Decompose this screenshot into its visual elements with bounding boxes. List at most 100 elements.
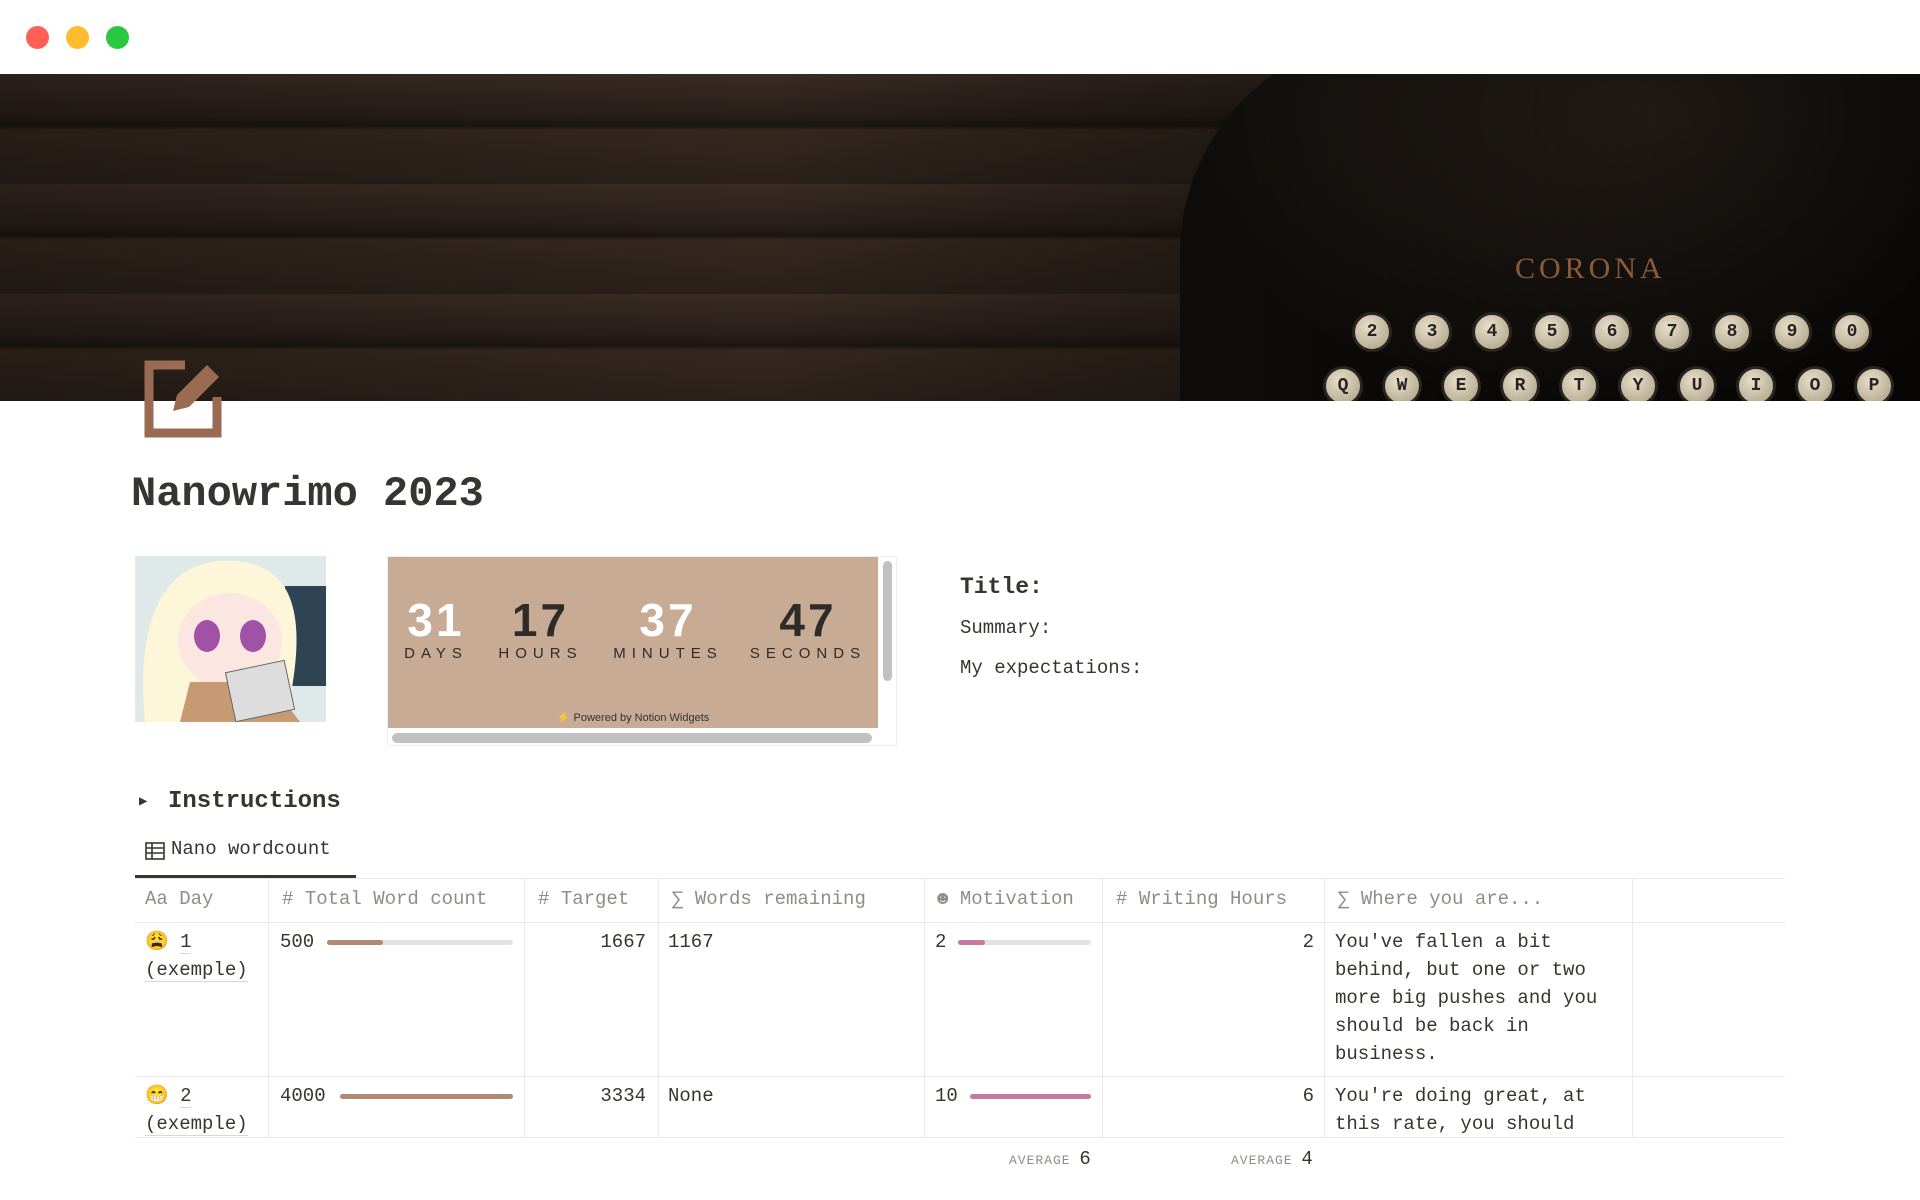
column-type-icon: # xyxy=(1116,888,1128,910)
maximize-button[interactable] xyxy=(106,26,129,49)
typewriter-key: 5 xyxy=(1532,312,1572,352)
typewriter-key: Y xyxy=(1618,366,1658,401)
typewriter-key: R xyxy=(1500,366,1540,401)
column-label: Motivation xyxy=(959,888,1074,910)
typewriter-key: O xyxy=(1795,366,1835,401)
words-remaining-value: 1167 xyxy=(668,931,714,953)
typewriter-key: 6 xyxy=(1592,312,1632,352)
word-count-value[interactable]: 4000 xyxy=(280,1082,326,1110)
motivation-bar xyxy=(958,940,1091,945)
expectations-field: My expectations: xyxy=(960,657,1143,679)
column-label: Writing Hours xyxy=(1138,888,1288,910)
column-label: Day xyxy=(179,888,214,910)
typewriter-key: W xyxy=(1382,366,1422,401)
word-count-value[interactable]: 500 xyxy=(280,928,314,956)
page-title: Nanowrimo 2023 xyxy=(131,470,484,518)
column-label: Target xyxy=(560,888,630,910)
column-type-icon: # xyxy=(538,888,550,910)
summary-field: Summary: xyxy=(960,617,1052,639)
powered-by-link[interactable]: ⚡ Powered by Notion Widgets xyxy=(388,711,878,724)
table-icon xyxy=(145,842,165,860)
cover-image: CORONA 234567890 QWERTYUIOP xyxy=(0,74,1920,401)
hours-label: HOURS xyxy=(498,645,583,662)
typewriter-key: 2 xyxy=(1352,312,1392,352)
motivation-bar xyxy=(970,1094,1091,1099)
typewriter-key: 3 xyxy=(1412,312,1452,352)
typewriter-key: T xyxy=(1559,366,1599,401)
days-label: DAYS xyxy=(404,645,468,662)
seconds-label: SECONDS xyxy=(749,645,867,662)
column-header[interactable]: ∑ Words remaining xyxy=(672,888,866,910)
where-you-are-value: You're doing great, at this rate, you sho… xyxy=(1335,1082,1586,1134)
where-line: should be back in xyxy=(1335,1015,1529,1037)
column-type-icon: ∑ xyxy=(672,888,684,910)
edit-square-icon xyxy=(144,360,222,438)
column-type-icon: ☻ xyxy=(937,888,949,910)
where-line: more big pushes and you xyxy=(1335,987,1598,1009)
instructions-toggle[interactable]: Instructions xyxy=(168,788,341,815)
minimize-button[interactable] xyxy=(66,26,89,49)
writing-hours-value[interactable]: 2 xyxy=(1110,928,1314,956)
typewriter-key: U xyxy=(1677,366,1717,401)
seconds-value: 47 xyxy=(779,594,837,646)
where-line: You're doing great, at xyxy=(1335,1085,1586,1107)
day-title: 1 xyxy=(180,931,192,954)
motivation-average: AVERAGE 6 xyxy=(1009,1148,1092,1170)
column-type-icon: ∑ xyxy=(1338,888,1350,910)
close-button[interactable] xyxy=(26,26,49,49)
typewriter-key: Q xyxy=(1323,366,1363,401)
column-label: Words remaining xyxy=(694,888,866,910)
day-title-cont: (exemple) xyxy=(145,959,248,982)
column-header[interactable]: ∑ Where you are... xyxy=(1338,888,1543,910)
day-title-cont: (exemple) xyxy=(145,1113,248,1136)
where-line: business. xyxy=(1335,1043,1438,1065)
toggle-triangle-icon[interactable]: ▶ xyxy=(139,793,147,810)
emoji-icon: 😁 xyxy=(145,1085,169,1107)
tab-nano-wordcount[interactable]: Nano wordcount xyxy=(135,838,356,878)
word-count-bar xyxy=(340,1094,513,1099)
where-line: You've fallen a bit xyxy=(1335,931,1552,953)
hours-average: AVERAGE 4 xyxy=(1231,1148,1314,1170)
minutes-label: MINUTES xyxy=(613,645,723,662)
column-header[interactable]: # Total Word count xyxy=(282,888,487,910)
day-title: 2 xyxy=(180,1085,192,1108)
countdown-widget: 31 DAYS 17 HOURS 37 MINUTES 47 SECONDS ⚡ Pow… xyxy=(387,556,897,746)
column-header[interactable]: ☻ Motivation xyxy=(937,888,1074,910)
typewriter-key: E xyxy=(1441,366,1481,401)
motivation-value[interactable]: 10 xyxy=(935,1082,958,1110)
where-line: behind, but one or two xyxy=(1335,959,1586,981)
column-type-icon: # xyxy=(282,888,294,910)
where-you-are-value: You've fallen a bit behind, but one or tw… xyxy=(1335,928,1597,1068)
words-remaining-value: None xyxy=(668,1085,714,1107)
typewriter-key: I xyxy=(1736,366,1776,401)
typewriter-key: 9 xyxy=(1772,312,1812,352)
target-value[interactable]: 1667 xyxy=(530,928,646,956)
typewriter-key: 4 xyxy=(1472,312,1512,352)
typewriter-key: 0 xyxy=(1832,312,1872,352)
writing-hours-value[interactable]: 6 xyxy=(1110,1082,1314,1110)
emoji-icon: 😩 xyxy=(145,931,169,953)
target-value[interactable]: 3334 xyxy=(530,1082,646,1110)
column-header[interactable]: Aa Day xyxy=(145,888,213,910)
lightning-icon: ⚡ xyxy=(556,712,571,724)
tab-label: Nano wordcount xyxy=(171,838,331,860)
typewriter-key: P xyxy=(1854,366,1894,401)
where-line: this rate, you should xyxy=(1335,1113,1575,1134)
horizontal-scrollbar[interactable] xyxy=(392,733,872,743)
column-type-icon: Aa xyxy=(145,888,168,910)
vertical-scrollbar[interactable] xyxy=(883,561,892,681)
day-cell[interactable]: 😁 2 (exemple) xyxy=(145,1082,248,1138)
column-header[interactable]: # Target xyxy=(538,888,629,910)
column-header[interactable]: # Writing Hours xyxy=(1116,888,1287,910)
days-value: 31 xyxy=(407,594,465,646)
typewriter-key: 7 xyxy=(1652,312,1692,352)
typewriter-key: 8 xyxy=(1712,312,1752,352)
day-cell[interactable]: 😩 1 (exemple) xyxy=(145,928,248,984)
typewriter-brand: CORONA xyxy=(1515,252,1666,285)
hours-value: 17 xyxy=(511,594,570,646)
word-count-bar xyxy=(327,940,513,945)
anime-girl-image xyxy=(135,556,326,722)
motivation-value[interactable]: 2 xyxy=(935,928,946,956)
powered-text: Powered by Notion Widgets xyxy=(573,712,710,724)
title-bar xyxy=(0,0,1920,74)
